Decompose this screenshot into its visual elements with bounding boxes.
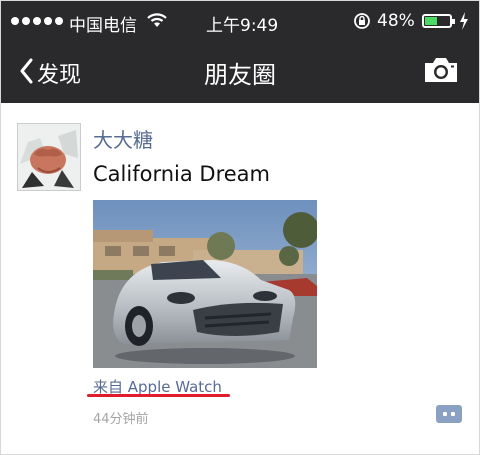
page-title: 朋友圈	[204, 61, 276, 89]
battery-fill	[425, 17, 437, 25]
comment-icon[interactable]	[436, 405, 462, 423]
wifi-icon	[147, 12, 167, 32]
battery-icon	[422, 14, 455, 28]
avatar[interactable]	[17, 123, 81, 191]
status-bar: 中国电信 上午9:49 48%	[1, 1, 479, 41]
red-annotation-underline	[87, 394, 230, 397]
carrier-name: 中国电信	[69, 16, 137, 36]
battery-percent: 48%	[377, 11, 415, 31]
charging-bolt-icon	[459, 12, 469, 34]
nav-bar: 发现 朋友圈	[1, 41, 479, 103]
post-text: California Dream	[93, 162, 270, 186]
camera-icon[interactable]	[423, 56, 459, 88]
post-timestamp: 44分钟前	[93, 412, 149, 427]
status-time: 上午9:49	[206, 16, 279, 36]
post-author[interactable]: 大大糖	[93, 124, 153, 153]
post-photo[interactable]	[93, 200, 317, 368]
signal-dots-icon	[11, 17, 63, 25]
rotation-lock-icon	[353, 12, 371, 34]
